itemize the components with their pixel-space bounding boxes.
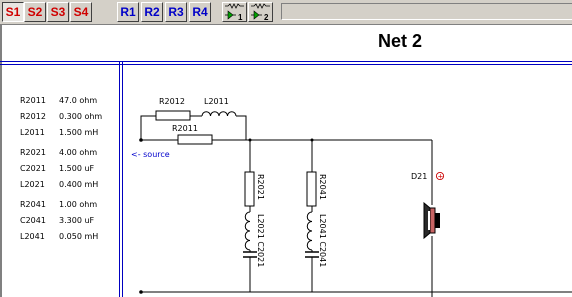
- speaker-icon: [423, 201, 440, 240]
- polarity-plus-icon: +: [438, 173, 444, 181]
- ground-node: [139, 290, 143, 294]
- label-l2041-c2041: L2041 C2041: [318, 214, 327, 267]
- resistor-r2021: [244, 171, 255, 207]
- label-l2011: L2011: [204, 97, 229, 106]
- source-node: [139, 138, 143, 142]
- source-label: <- source: [131, 150, 170, 159]
- inductor-l2021: [244, 211, 251, 251]
- resistor-r2012: [155, 110, 191, 121]
- inductor-l2041: [306, 211, 313, 251]
- label-r2021: R2021: [256, 174, 265, 200]
- label-r2012: R2012: [159, 97, 185, 106]
- junction-node: [310, 138, 314, 142]
- junction-node: [248, 138, 252, 142]
- label-d21: D21: [411, 172, 427, 181]
- resistor-r2041: [306, 171, 317, 207]
- label-r2011: R2011: [172, 124, 198, 133]
- inductor-l2011: [201, 111, 237, 117]
- resistor-r2011: [177, 134, 213, 145]
- label-l2021-c2021: L2021 C2021: [256, 214, 265, 267]
- crossover-schematic: R2012 L2011 R2011 <- source R2021 L2021 …: [131, 97, 572, 297]
- label-r2041: R2041: [318, 174, 327, 200]
